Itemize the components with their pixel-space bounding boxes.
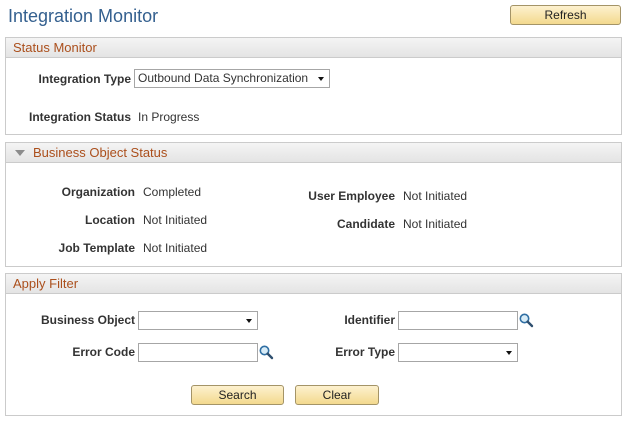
user-employee-value: Not Initiated: [403, 189, 468, 203]
refresh-button[interactable]: Refresh: [510, 5, 621, 25]
search-button[interactable]: Search: [191, 385, 284, 405]
collapse-triangle-icon[interactable]: [15, 150, 25, 156]
job-template-label: Job Template: [58, 241, 135, 255]
job-template-value: Not Initiated: [143, 241, 208, 255]
error-type-select[interactable]: [398, 343, 518, 362]
integration-type-select[interactable]: Outbound Data Synchronization: [134, 69, 330, 88]
error-code-label: Error Code: [72, 345, 135, 359]
business-object-status-title: Business Object Status: [33, 145, 168, 160]
magnifier-icon[interactable]: [518, 312, 534, 328]
organization-label: Organization: [61, 185, 135, 199]
error-type-label: Error Type: [335, 345, 395, 359]
apply-filter-header: Apply Filter: [6, 274, 621, 294]
magnifier-icon[interactable]: [258, 344, 274, 360]
candidate-label: Candidate: [336, 217, 395, 231]
integration-status-label: Integration Status: [28, 110, 131, 124]
error-code-input[interactable]: [138, 343, 258, 362]
integration-status-value: In Progress: [138, 110, 200, 124]
user-employee-label: User Employee: [308, 189, 395, 203]
page-title: Integration Monitor: [8, 6, 159, 26]
chevron-down-icon: [318, 77, 324, 81]
candidate-value: Not Initiated: [403, 217, 468, 231]
clear-button[interactable]: Clear: [295, 385, 379, 405]
business-object-status-header[interactable]: Business Object Status: [6, 143, 621, 163]
business-object-select[interactable]: [138, 311, 258, 330]
chevron-down-icon: [246, 319, 252, 323]
location-value: Not Initiated: [143, 213, 208, 227]
integration-type-label: Integration Type: [38, 72, 131, 86]
identifier-input[interactable]: [398, 311, 518, 330]
status-monitor-header: Status Monitor: [6, 38, 621, 58]
location-label: Location: [85, 213, 135, 227]
business-object-label: Business Object: [40, 313, 135, 327]
chevron-down-icon: [506, 351, 512, 355]
identifier-label: Identifier: [344, 313, 395, 327]
organization-value: Completed: [143, 185, 202, 199]
integration-type-value: Outbound Data Synchronization: [138, 71, 309, 85]
